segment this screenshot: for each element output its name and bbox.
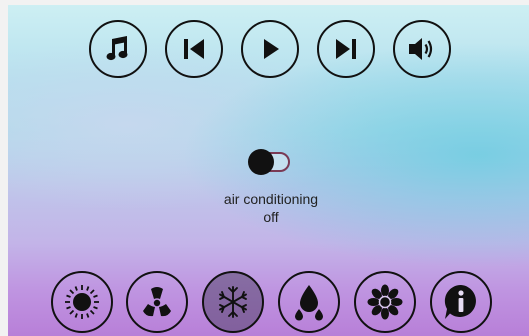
volume-icon — [409, 38, 433, 60]
previous-track-button[interactable] — [165, 20, 223, 78]
snowflake-icon — [219, 286, 247, 318]
play-icon — [264, 39, 279, 59]
toggle-knob — [248, 149, 274, 175]
cool-mode-button[interactable] — [202, 271, 264, 333]
fan-mode-button[interactable] — [126, 271, 188, 333]
control-screen: air conditioning off — [8, 5, 529, 336]
air-conditioning-status: off — [263, 209, 279, 225]
water-drops-icon — [295, 285, 323, 321]
eco-mode-button[interactable] — [354, 271, 416, 333]
play-button[interactable] — [241, 20, 299, 78]
next-icon — [336, 39, 356, 59]
next-track-button[interactable] — [317, 20, 375, 78]
volume-button[interactable] — [393, 20, 451, 78]
music-icon — [106, 36, 128, 61]
air-conditioning-label: air conditioning — [223, 191, 319, 207]
air-conditioning-toggle[interactable] — [248, 149, 292, 175]
heat-mode-button[interactable] — [51, 271, 113, 333]
info-icon — [444, 284, 476, 319]
fan-icon — [143, 287, 171, 317]
flower-icon — [367, 284, 403, 320]
music-button[interactable] — [89, 20, 147, 78]
previous-icon — [184, 39, 204, 59]
dehumidify-mode-button[interactable] — [278, 271, 340, 333]
info-button[interactable] — [430, 271, 492, 333]
sun-icon — [65, 285, 99, 319]
